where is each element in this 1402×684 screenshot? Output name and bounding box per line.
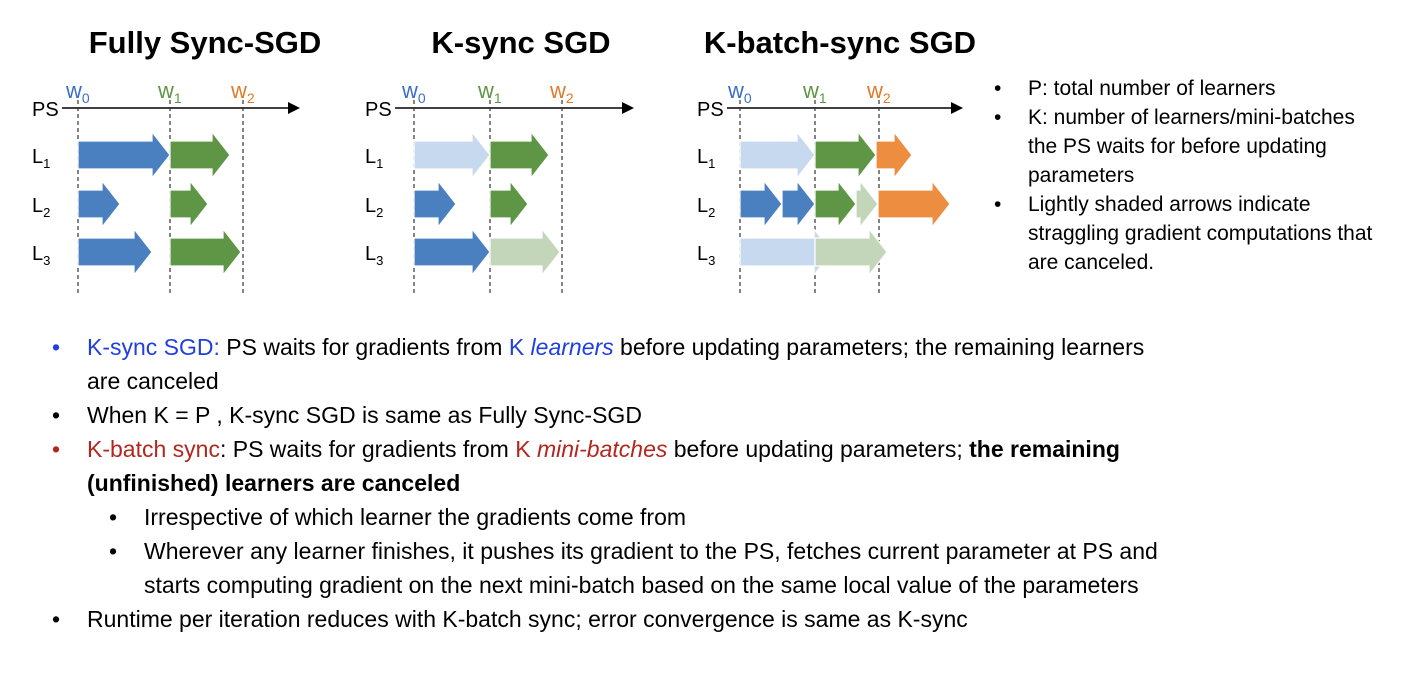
learner-label-l2: L2	[32, 195, 50, 220]
weight-label-w0: w0	[727, 78, 752, 106]
bullet-k-batch-sync: K-batch sync: PS waits for gradients fro…	[48, 432, 1178, 602]
k-term-word: learners	[530, 334, 614, 360]
learner-label-l3: L3	[697, 243, 715, 268]
weight-label-w0: w0	[65, 78, 90, 106]
learner-label-l3: L3	[365, 243, 383, 268]
gradient-arrow-blue-light	[739, 130, 816, 180]
panel-title-k-batch-sync: K-batch-sync SGD	[704, 25, 976, 60]
gradient-arrow-blue	[781, 179, 816, 229]
side-note: P: total number of learners	[988, 74, 1388, 103]
gradient-arrow-green	[814, 130, 877, 180]
side-note: Lightly shaded arrows indicate stragglin…	[988, 190, 1388, 277]
learner-label-l1: L1	[697, 146, 715, 171]
gradient-arrow-green-light	[814, 227, 888, 277]
ps-label: PS	[32, 99, 59, 121]
weight-label-w0: w0	[401, 78, 426, 106]
k-batch-sync-label: K-batch sync	[87, 436, 220, 462]
gradient-arrow-green	[169, 227, 242, 277]
gradient-arrow-green	[489, 130, 550, 180]
timeline-arrowhead	[622, 102, 634, 114]
gradient-arrow-green-light	[855, 179, 879, 229]
side-notes: P: total number of learners K: number of…	[988, 74, 1388, 277]
weight-label-w1: w1	[477, 78, 502, 106]
gradient-arrow-blue	[77, 130, 171, 180]
sub-bullet: Irrespective of which learner the gradie…	[87, 500, 1178, 534]
timeline-arrowhead	[288, 102, 300, 114]
panel-0: PS w0 w1 w2 L1 L2 L3	[32, 78, 300, 296]
learner-label-l1: L1	[32, 146, 50, 171]
sub-bullet: Wherever any learner finishes, it pushes…	[87, 534, 1178, 602]
gradient-arrow-green	[169, 179, 209, 229]
learner-label-l2: L2	[697, 195, 715, 220]
gradient-arrow-green	[489, 179, 529, 229]
gradient-arrow-blue	[77, 179, 121, 229]
gradient-arrow-green	[169, 130, 231, 180]
bullet-k-equals-p: When K = P , K-sync SGD is same as Fully…	[48, 398, 1178, 432]
gradient-arrow-green-light	[489, 227, 561, 277]
weight-label-w2: w2	[230, 78, 255, 106]
weight-label-w2: w2	[549, 78, 574, 106]
weight-label-w1: w1	[157, 78, 182, 106]
gradient-arrow-blue	[739, 179, 783, 229]
main-bullets: K-sync SGD: PS waits for gradients from …	[48, 330, 1178, 636]
gradient-arrow-blue	[413, 227, 491, 277]
panel-1: PS w0 w1 w2 L1 L2 L3	[365, 78, 634, 296]
k-term: K	[515, 436, 537, 462]
sub-bullets: Irrespective of which learner the gradie…	[87, 500, 1178, 602]
k-term-word: mini-batches	[536, 436, 668, 462]
bullet-k-sync: K-sync SGD: PS waits for gradients from …	[48, 330, 1178, 398]
weight-label-w2: w2	[866, 78, 891, 106]
gradient-arrow-orange	[877, 179, 951, 229]
gradient-arrow-blue	[413, 179, 457, 229]
side-note: K: number of learners/mini-batches the P…	[988, 103, 1388, 190]
k-sync-label: K-sync SGD:	[87, 334, 220, 360]
gradient-arrow-green	[814, 179, 857, 229]
weight-label-w1: w1	[802, 78, 827, 106]
bullet-runtime: Runtime per iteration reduces with K-bat…	[48, 602, 1178, 636]
panel-title-fully-sync: Fully Sync-SGD	[89, 25, 322, 60]
ps-label: PS	[697, 99, 724, 121]
gradient-arrow-blue-light	[413, 130, 491, 180]
panel-2: PSw0 w1 w2 L1 L2 L3	[697, 78, 963, 296]
learner-label-l1: L1	[365, 146, 383, 171]
timeline-arrowhead	[951, 102, 963, 114]
bullet-text: before updating parameters;	[667, 436, 970, 462]
gradient-arrow-orange	[875, 130, 913, 180]
ps-label: PS	[365, 99, 392, 121]
gradient-arrow-blue	[77, 227, 153, 277]
learner-label-l2: L2	[365, 195, 383, 220]
bullet-text: : PS waits for gradients from	[219, 436, 516, 462]
learner-label-l3: L3	[32, 243, 50, 268]
bullet-text: PS waits for gradients from	[219, 334, 509, 360]
k-term: K	[508, 334, 531, 360]
panel-title-k-sync: K-sync SGD	[431, 25, 610, 60]
